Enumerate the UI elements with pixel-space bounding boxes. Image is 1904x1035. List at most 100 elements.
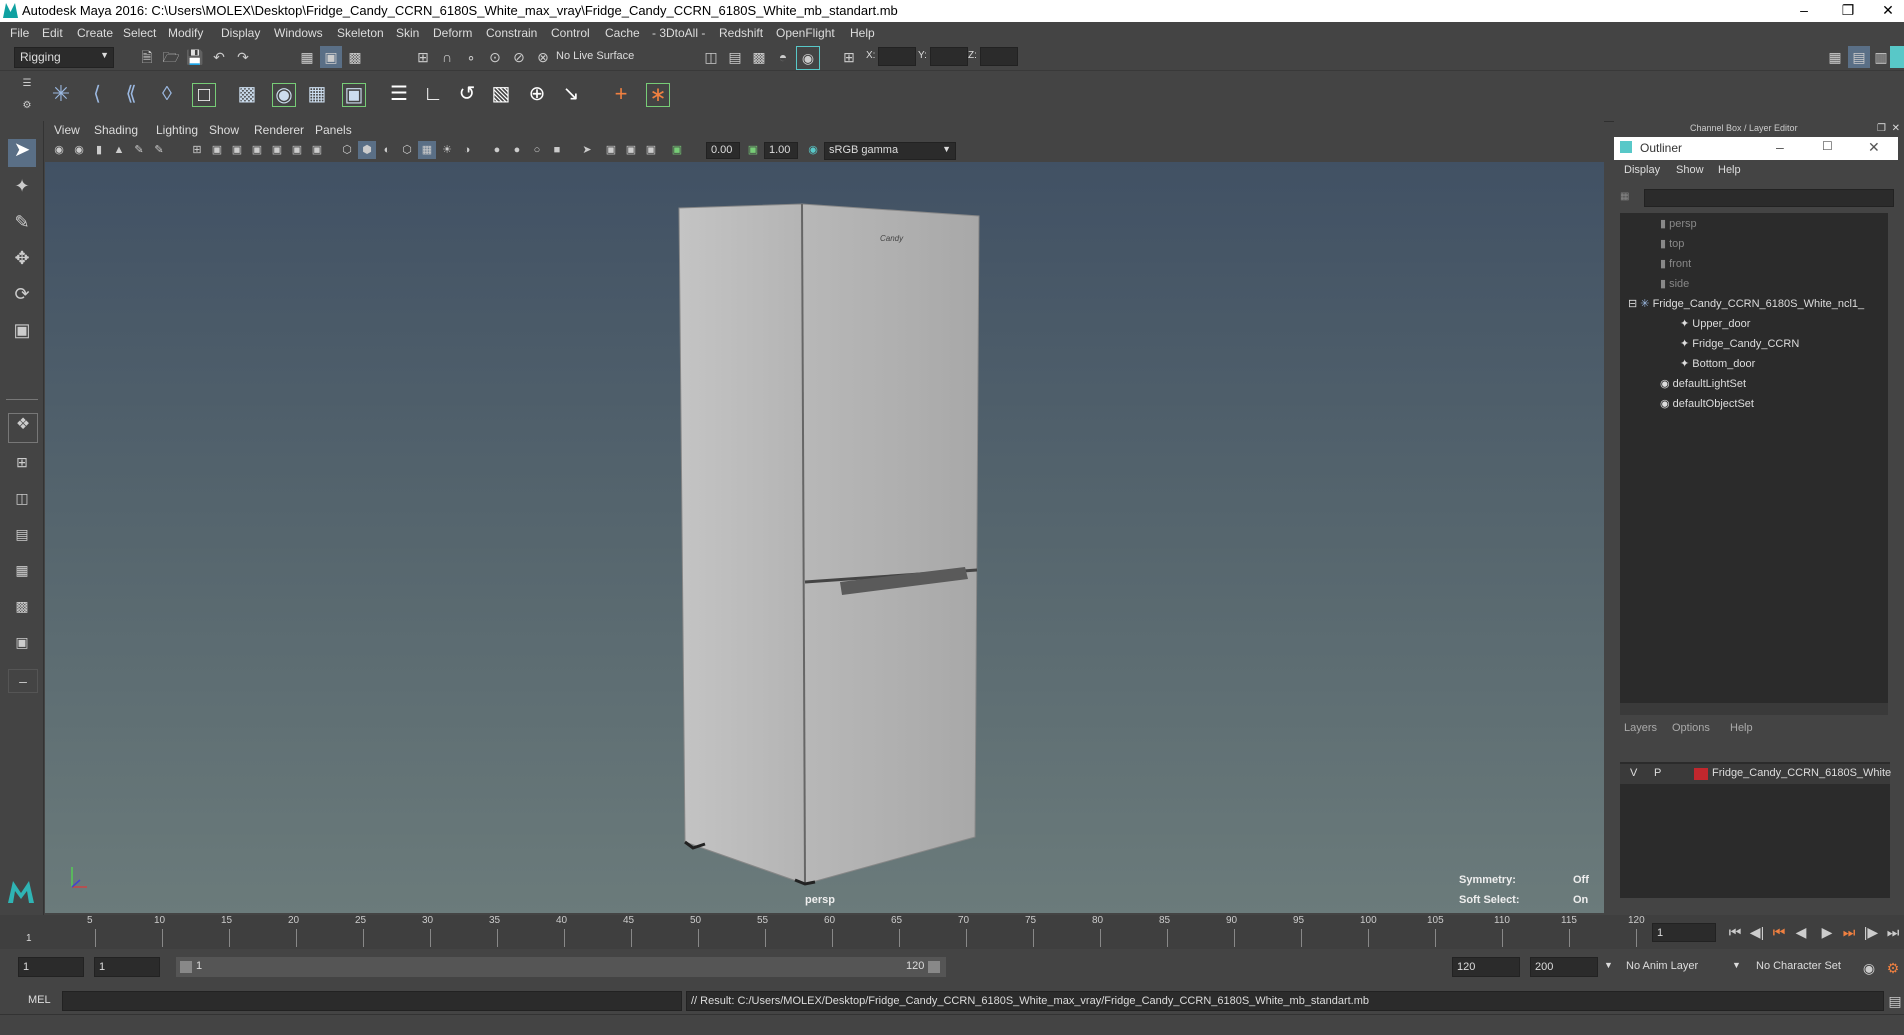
- persp-hypershade-icon[interactable]: ▦: [8, 559, 36, 587]
- close-panel-icon[interactable]: ✕: [1892, 123, 1900, 134]
- menu-file[interactable]: File: [10, 26, 29, 40]
- bind-skin-icon[interactable]: ▩: [236, 83, 258, 105]
- outliner-item-persp[interactable]: ▮ persp: [1660, 217, 1697, 230]
- mode-selector[interactable]: Rigging ▼: [14, 47, 114, 68]
- maximize-icon[interactable]: ☐: [1822, 139, 1833, 153]
- anti-aliasing-icon[interactable]: ○: [528, 141, 546, 159]
- panel-menu-panels[interactable]: Panels: [315, 123, 352, 137]
- gate-mask-icon[interactable]: ▣: [248, 141, 266, 159]
- menu-skin[interactable]: Skin: [396, 26, 419, 40]
- menu-create[interactable]: Create: [77, 26, 113, 40]
- ik-spline-icon[interactable]: ⟪: [120, 83, 142, 105]
- scale-constraint-icon[interactable]: ▧: [490, 83, 512, 105]
- single-perspective-icon[interactable]: ❖: [8, 413, 38, 443]
- anim-layer-dropdown[interactable]: ▼ No Anim Layer: [1604, 957, 1744, 977]
- field-chart-icon[interactable]: ▣: [268, 141, 286, 159]
- cluster-icon[interactable]: ▣: [342, 83, 366, 107]
- layer-row[interactable]: V P Fridge_Candy_CCRN_6180S_White: [1620, 764, 1891, 784]
- wireframe-on-shaded-icon[interactable]: ⬡: [398, 141, 416, 159]
- step-forward-icon[interactable]: |▶: [1860, 921, 1882, 943]
- panel-menu-show[interactable]: Show: [209, 123, 239, 137]
- new-scene-icon[interactable]: 🗎: [136, 46, 158, 68]
- lattice-icon[interactable]: ▦: [306, 83, 328, 105]
- rotate-tool-icon[interactable]: ⟳: [8, 283, 36, 311]
- command-input[interactable]: [62, 991, 682, 1011]
- redo-icon[interactable]: ↷: [232, 46, 254, 68]
- float-panel-icon[interactable]: ❐: [1877, 123, 1886, 134]
- isolate-select-icon[interactable]: ➤: [578, 141, 596, 159]
- panel-menu-view[interactable]: View: [54, 123, 80, 137]
- smooth-shade-icon[interactable]: ⬢: [358, 141, 376, 159]
- fridge-model[interactable]: [45, 162, 1604, 913]
- control-curve-icon[interactable]: ∗: [646, 83, 670, 107]
- outliner-item-default-light-set[interactable]: ◉ defaultLightSet: [1660, 377, 1746, 390]
- outliner-menu-display[interactable]: Display: [1624, 164, 1660, 176]
- menu-3dtoall[interactable]: - 3DtoAll -: [652, 26, 705, 40]
- playback-end-field[interactable]: 120: [1452, 957, 1520, 977]
- attribute-editor-icon[interactable]: ▤: [1848, 46, 1870, 68]
- select-object-icon[interactable]: ▣: [320, 46, 342, 68]
- persp-graph-icon[interactable]: ▤: [8, 523, 36, 551]
- render-icon[interactable]: ◫: [700, 46, 722, 68]
- pole-vector-icon[interactable]: ↘: [560, 83, 582, 105]
- xray-components-icon[interactable]: ▣: [642, 141, 660, 159]
- layout-option-icon[interactable]: ▩: [8, 595, 36, 623]
- 2d-pan-icon[interactable]: ✎: [150, 141, 168, 159]
- gamma-icon[interactable]: ▣: [744, 141, 762, 159]
- shelf-settings-icon[interactable]: ⚙: [16, 95, 38, 117]
- play-forward-icon[interactable]: ▶: [1816, 921, 1838, 943]
- minimize-icon[interactable]: –: [1784, 0, 1824, 22]
- layer-menu-help[interactable]: Help: [1730, 722, 1753, 734]
- close-icon[interactable]: ✕: [1868, 139, 1880, 156]
- layer-color-swatch[interactable]: [1694, 768, 1708, 780]
- select-hierarchy-icon[interactable]: ▦: [296, 46, 318, 68]
- use-lights-icon[interactable]: ☀: [438, 141, 456, 159]
- outliner-item-fridge-candy[interactable]: ✦ Fridge_Candy_CCRN: [1680, 337, 1799, 350]
- render-settings-icon[interactable]: ▩: [748, 46, 770, 68]
- four-view-icon[interactable]: ⊞: [8, 451, 36, 479]
- playback-start-field[interactable]: 1: [94, 957, 160, 977]
- ipr-render-icon[interactable]: ▤: [724, 46, 746, 68]
- animation-end-field[interactable]: 200: [1530, 957, 1598, 977]
- exposure-field[interactable]: 0.00: [706, 142, 740, 159]
- select-tool-icon[interactable]: ➤: [8, 139, 36, 167]
- menu-help[interactable]: Help: [850, 26, 875, 40]
- safe-action-icon[interactable]: ▣: [288, 141, 306, 159]
- character-set-dropdown[interactable]: ▼ No Character Set: [1732, 957, 1872, 977]
- parent-constraint-icon[interactable]: ⊕: [526, 83, 548, 105]
- outliner-item-default-object-set[interactable]: ◉ defaultObjectSet: [1660, 397, 1754, 410]
- save-scene-icon[interactable]: 💾: [184, 46, 206, 68]
- snap-point-icon[interactable]: ∘: [460, 46, 482, 68]
- menu-windows[interactable]: Windows: [274, 26, 323, 40]
- exposure-icon[interactable]: ▣: [668, 141, 686, 159]
- outliner-item-front[interactable]: ▮ front: [1660, 257, 1691, 270]
- panel-menu-shading[interactable]: Shading: [94, 123, 138, 137]
- outliner-item-bottom-door[interactable]: ✦ Bottom_door: [1680, 357, 1755, 370]
- minimize-icon[interactable]: –: [1776, 139, 1784, 155]
- depth-of-field-icon[interactable]: ■: [548, 141, 566, 159]
- perspective-viewport[interactable]: Candy persp Symmetry: Off Soft Select: O…: [45, 162, 1604, 913]
- step-forward-key-icon[interactable]: ⏭: [1838, 921, 1860, 943]
- modeling-toolkit-icon[interactable]: ▦: [1824, 46, 1846, 68]
- menu-skeleton[interactable]: Skeleton: [337, 26, 384, 40]
- auto-key-icon[interactable]: ◉: [1858, 957, 1880, 979]
- play-backward-icon[interactable]: ◀: [1790, 921, 1812, 943]
- outliner-item-fridge-group[interactable]: ⊟ ✳ Fridge_Candy_CCRN_6180S_White_ncl1_: [1628, 297, 1864, 310]
- gamma-field[interactable]: 1.00: [764, 142, 798, 159]
- screen-space-ao-icon[interactable]: ●: [488, 141, 506, 159]
- step-back-icon[interactable]: ◀|: [1746, 921, 1768, 943]
- color-management-icon[interactable]: ◉: [804, 141, 822, 159]
- restore-icon[interactable]: ❐: [1828, 0, 1868, 22]
- panel-menu-lighting[interactable]: Lighting: [156, 123, 198, 137]
- motion-blur-icon[interactable]: ●: [508, 141, 526, 159]
- paint-select-icon[interactable]: ✎: [8, 211, 36, 239]
- animation-start-field[interactable]: 1: [18, 957, 84, 977]
- menu-cache[interactable]: Cache: [605, 26, 640, 40]
- outliner-menu-help[interactable]: Help: [1718, 164, 1741, 176]
- layer-menu-layers[interactable]: Layers: [1624, 722, 1657, 734]
- menu-display[interactable]: Display: [221, 26, 260, 40]
- outliner-search-input[interactable]: [1644, 189, 1894, 207]
- menu-edit[interactable]: Edit: [42, 26, 63, 40]
- lasso-tool-icon[interactable]: ✦: [8, 175, 36, 203]
- menu-openflight[interactable]: OpenFlight: [776, 26, 835, 40]
